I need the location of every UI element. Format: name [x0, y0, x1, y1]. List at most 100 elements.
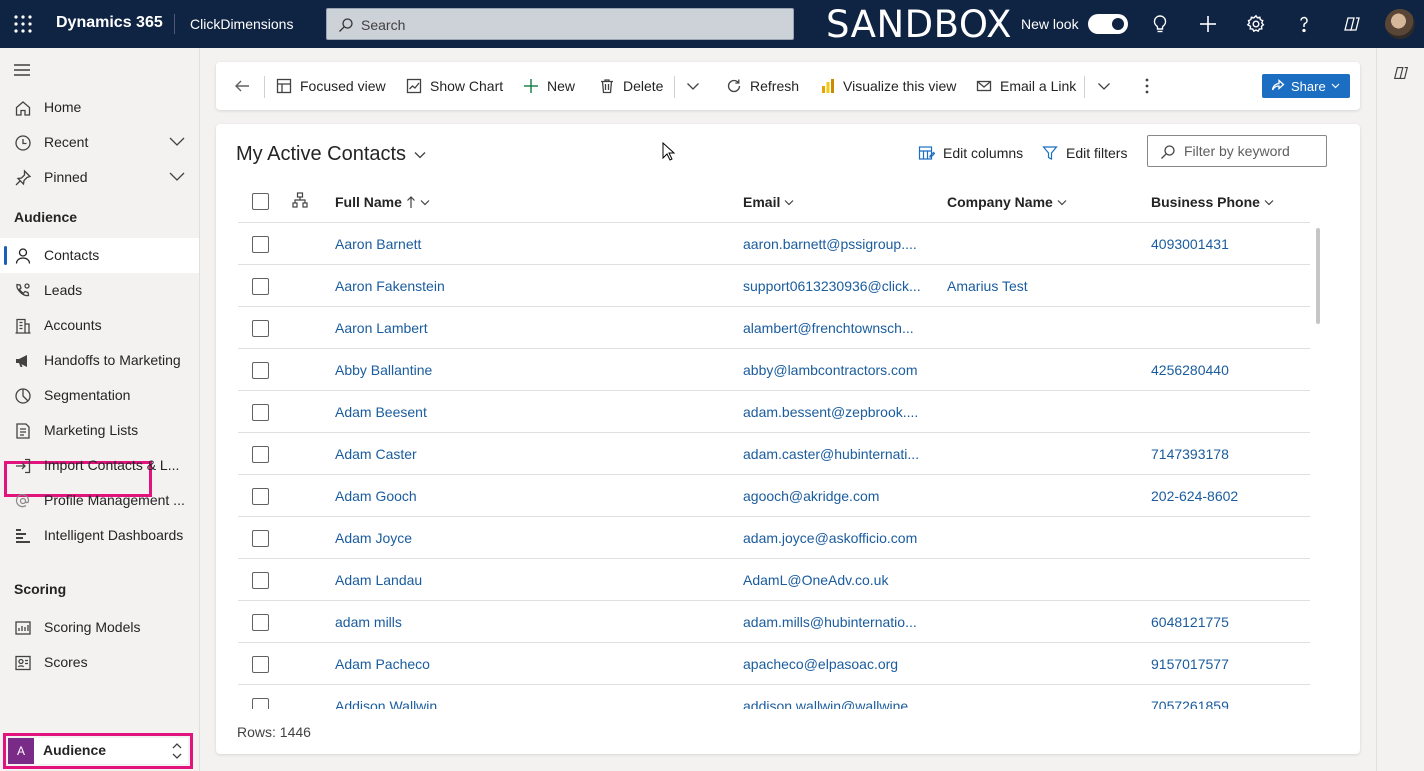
business-phone-link[interactable]: 4256280440 — [1151, 362, 1301, 378]
row-checkbox[interactable] — [252, 572, 269, 589]
email-link[interactable]: adam.mills@hubinternatio... — [743, 614, 923, 630]
chevron-down-icon[interactable] — [168, 170, 186, 182]
row-checkbox[interactable] — [252, 236, 269, 253]
row-checkbox[interactable] — [252, 530, 269, 547]
table-row[interactable]: Adam Joyce adam.joyce@askofficio.com — [238, 517, 1310, 559]
edit-columns-button[interactable]: Edit columns — [918, 142, 1023, 164]
row-checkbox[interactable] — [252, 698, 269, 709]
column-header-full-name[interactable]: Full Name — [335, 194, 430, 210]
table-row[interactable]: Adam Pacheco apacheco@elpasoac.org 9157017… — [238, 643, 1310, 685]
sidebar-item-pinned[interactable]: Pinned — [0, 160, 199, 195]
full-name-link[interactable]: Adam Caster — [335, 446, 715, 462]
business-phone-link[interactable]: 4093001431 — [1151, 236, 1301, 252]
business-phone-link[interactable]: 7057261859 — [1151, 698, 1301, 709]
row-checkbox[interactable] — [252, 404, 269, 421]
email-link[interactable]: AdamL@OneAdv.co.uk — [743, 572, 923, 588]
email-link[interactable]: alambert@frenchtownsch... — [743, 320, 923, 336]
full-name-link[interactable]: Adam Beesent — [335, 404, 715, 420]
row-checkbox[interactable] — [252, 320, 269, 337]
more-commands-button[interactable] — [1145, 62, 1149, 110]
business-phone-link[interactable]: 7147393178 — [1151, 446, 1301, 462]
sidebar-item-leads[interactable]: Leads — [0, 273, 199, 308]
full-name-link[interactable]: Adam Gooch — [335, 488, 715, 504]
sidebar-item-home[interactable]: Home — [0, 90, 199, 125]
plus-icon[interactable] — [1198, 14, 1218, 34]
email-link[interactable]: support0613230936@click... — [743, 278, 923, 294]
row-checkbox[interactable] — [252, 278, 269, 295]
search-input[interactable]: Search — [326, 8, 794, 40]
visualize-view-button[interactable]: Visualize this view — [821, 62, 956, 110]
new-look-toggle[interactable] — [1088, 14, 1128, 34]
delete-button[interactable]: Delete — [599, 62, 663, 110]
sidebar-item-marketing-lists[interactable]: Marketing Lists — [0, 413, 199, 448]
sidebar-item-handoffs[interactable]: Handoffs to Marketing — [0, 343, 199, 378]
back-button[interactable] — [234, 62, 250, 110]
email-link[interactable]: aaron.barnett@pssigroup.... — [743, 236, 923, 252]
sidebar-item-profile-management[interactable]: Profile Management ... — [0, 483, 199, 518]
business-phone-link[interactable]: 202-624-8602 — [1151, 488, 1301, 504]
table-row[interactable]: Addison Wallwin addison.wallwin@wallwine.… — [238, 685, 1310, 709]
more-email-options-button[interactable] — [1097, 62, 1111, 110]
table-row[interactable]: Adam Caster adam.caster@hubinternati... 71… — [238, 433, 1310, 475]
email-link[interactable]: adam.caster@hubinternati... — [743, 446, 923, 462]
row-checkbox[interactable] — [252, 362, 269, 379]
refresh-button[interactable]: Refresh — [726, 62, 799, 110]
full-name-link[interactable]: Adam Pacheco — [335, 656, 715, 672]
email-link[interactable]: adam.joyce@askofficio.com — [743, 530, 923, 546]
full-name-link[interactable]: Aaron Fakenstein — [335, 278, 715, 294]
more-delete-options-button[interactable] — [686, 62, 700, 110]
column-header-business-phone[interactable]: Business Phone — [1151, 194, 1274, 210]
show-chart-button[interactable]: Show Chart — [406, 62, 503, 110]
new-button[interactable]: New — [523, 62, 575, 110]
email-link[interactable]: apacheco@elpasoac.org — [743, 656, 923, 672]
email-link[interactable]: addison.wallwin@wallwine... — [743, 698, 923, 709]
copilot-icon[interactable] — [1392, 64, 1410, 82]
edit-filters-button[interactable]: Edit filters — [1042, 142, 1127, 164]
table-row[interactable]: adam mills adam.mills@hubinternatio... 604… — [238, 601, 1310, 643]
company-link[interactable]: Amarius Test — [947, 278, 1127, 294]
business-phone-link[interactable]: 6048121775 — [1151, 614, 1301, 630]
full-name-link[interactable]: Abby Ballantine — [335, 362, 715, 378]
app-module-name[interactable]: ClickDimensions — [190, 16, 293, 32]
focused-view-button[interactable]: Focused view — [276, 62, 386, 110]
column-header-email[interactable]: Email — [743, 194, 794, 210]
table-row[interactable]: Adam Landau AdamL@OneAdv.co.uk — [238, 559, 1310, 601]
view-selector[interactable]: My Active Contacts — [236, 143, 426, 166]
email-link[interactable]: agooch@akridge.com — [743, 488, 923, 504]
vertical-scrollbar[interactable] — [1316, 228, 1320, 324]
gear-icon[interactable] — [1246, 14, 1266, 34]
sidebar-item-contacts[interactable]: Contacts — [0, 238, 199, 273]
full-name-link[interactable]: Adam Joyce — [335, 530, 715, 546]
table-row[interactable]: Aaron Barnett aaron.barnett@pssigroup....… — [238, 223, 1310, 265]
hamburger-menu-icon[interactable] — [13, 63, 31, 77]
share-button[interactable]: Share — [1262, 74, 1350, 98]
sidebar-item-scoring-models[interactable]: Scoring Models — [0, 610, 199, 645]
business-phone-link[interactable]: 9157017577 — [1151, 656, 1301, 672]
full-name-link[interactable]: adam mills — [335, 614, 715, 630]
sidebar-item-intelligent-dashboards[interactable]: Intelligent Dashboards — [0, 518, 199, 553]
copilot-icon[interactable] — [1342, 14, 1362, 34]
row-checkbox[interactable] — [252, 488, 269, 505]
sidebar-item-accounts[interactable]: Accounts — [0, 308, 199, 343]
full-name-link[interactable]: Adam Landau — [335, 572, 715, 588]
email-link[interactable]: abby@lambcontractors.com — [743, 362, 923, 378]
full-name-link[interactable]: Addison Wallwin — [335, 698, 715, 709]
row-checkbox[interactable] — [252, 446, 269, 463]
help-icon[interactable] — [1294, 14, 1314, 34]
chevron-down-icon[interactable] — [168, 135, 186, 147]
sidebar-item-segmentation[interactable]: Segmentation — [0, 378, 199, 413]
table-row[interactable]: Adam Gooch agooch@akridge.com 202-624-8602 — [238, 475, 1310, 517]
user-avatar[interactable] — [1385, 9, 1415, 39]
full-name-link[interactable]: Aaron Lambert — [335, 320, 715, 336]
select-all-checkbox[interactable] — [252, 193, 269, 210]
lightbulb-icon[interactable] — [1150, 14, 1170, 34]
row-checkbox[interactable] — [252, 614, 269, 631]
column-header-company-name[interactable]: Company Name — [947, 194, 1067, 210]
full-name-link[interactable]: Aaron Barnett — [335, 236, 715, 252]
filter-by-keyword-input[interactable]: Filter by keyword — [1147, 135, 1327, 167]
table-row[interactable]: Aaron Lambert alambert@frenchtownsch... — [238, 307, 1310, 349]
row-checkbox[interactable] — [252, 656, 269, 673]
sidebar-item-recent[interactable]: Recent — [0, 125, 199, 160]
email-link[interactable]: adam.bessent@zepbrook.... — [743, 404, 923, 420]
hierarchy-icon[interactable] — [292, 192, 308, 208]
